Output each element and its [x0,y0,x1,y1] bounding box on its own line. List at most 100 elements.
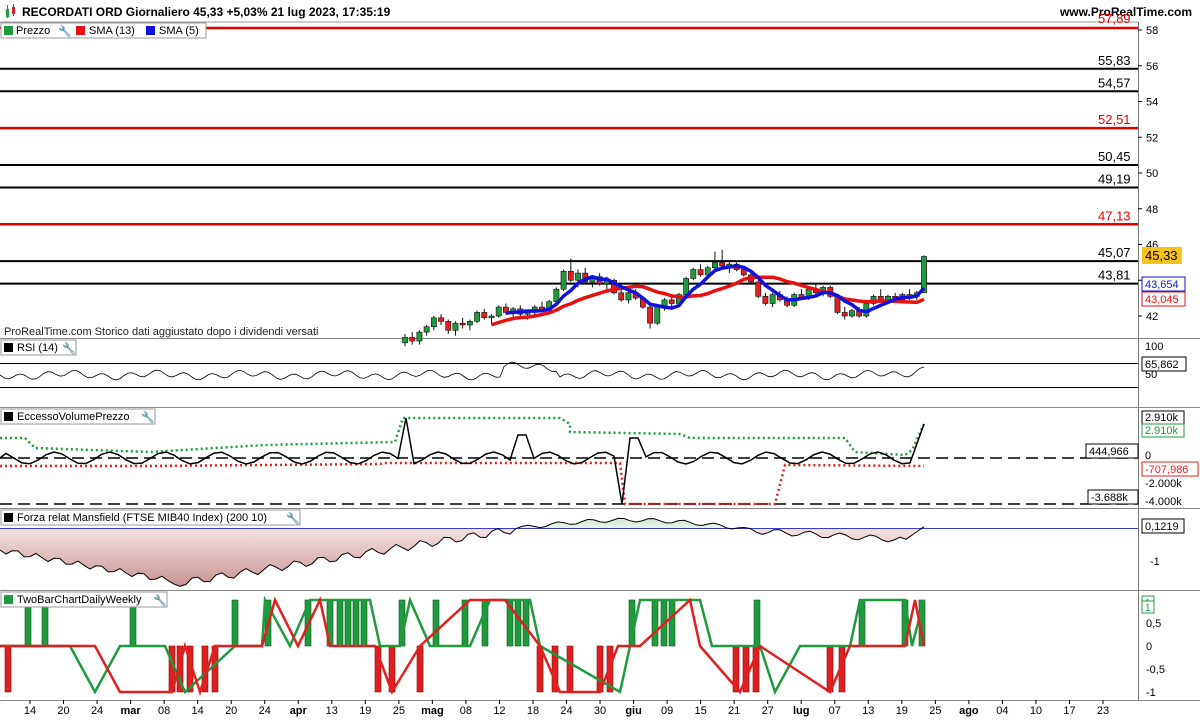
twobar-value-2: 1 [1145,603,1151,614]
twobar-red-bar [4,645,12,693]
price-legend[interactable]: Prezzo 🔧 SMA (13) SMA (5) [0,22,207,39]
rsi-value: 65,862 [1145,359,1179,371]
volume-excess-line [0,417,925,505]
volume-legend-icon [4,412,13,421]
x-tick-label: 10 [1030,705,1042,717]
wrench-icon[interactable]: 🔧 [62,341,76,355]
x-axis: 14 20 24 mar 08 14 20 24 apr 13 19 25 mag 08 12 18 24 30 g… [24,700,1109,717]
candle-down [567,271,574,281]
x-tick-label: 15 [695,705,707,717]
volume-label: EccessoVolumePrezzo [17,411,130,423]
x-tick-label: 17 [1063,705,1075,717]
wrench-icon[interactable]: 🔧 [286,511,300,525]
level-label: 49,19 [1098,171,1131,186]
x-tick-label: 07 [829,705,841,717]
wrench-icon[interactable]: 🔧 [58,24,72,38]
x-tick-label: 20 [225,705,237,717]
candle-down [755,281,762,297]
candle-up [423,326,430,333]
wrench-icon[interactable]: 🔧 [141,410,155,424]
y-tick-label: 54 [1146,97,1158,109]
y-tick-label: 58 [1146,25,1158,37]
volume-ref-upper: 444,966 [1089,446,1129,458]
x-tick-label: 24 [259,705,271,717]
x-tick-label: 13 [326,705,338,717]
mansfield-value: 0,1219 [1145,521,1179,533]
twobar-green-bar [231,599,239,647]
twobar-red-bar [416,645,424,693]
twobar-green-bar [336,599,344,647]
chart-window: RECORDATI ORD Giornaliero 45,33 +5,03% 2… [0,0,1200,720]
x-tick-label: 09 [661,705,673,717]
x-tick-label: 14 [24,705,36,717]
rsi-legend-icon [4,343,13,352]
prezzo-legend-icon [4,26,13,35]
volume-tick-4000: -4.000k [1145,496,1182,508]
candle-up [560,271,567,290]
volume-excess-panel: EccessoVolumePrezzo 🔧 2.910k 2.910k 444,… [0,408,1199,508]
candle-up [430,317,437,328]
candle-up [654,306,661,324]
x-tick-label: 23 [1097,705,1109,717]
x-tick-label: 04 [996,705,1008,717]
twobar-green-bar [753,599,761,647]
panel-frames [0,21,1200,701]
sma5-tag-value: 43,654 [1145,279,1179,291]
candle-up [769,294,776,304]
candle-up [683,278,690,295]
x-tick-label: 14 [192,705,204,717]
x-tick-label: 24 [91,705,103,717]
level-label: 55,83 [1098,53,1131,68]
x-tick-label: giu [625,705,642,717]
price-tag-value: 45,33 [1145,248,1178,263]
candle-up [474,312,480,322]
sma13-tag-value: 43,045 [1145,294,1179,306]
x-tick-label: 27 [762,705,774,717]
x-tick-label: 08 [460,705,472,717]
x-tick-label: lug [793,705,810,717]
legend-sma13: SMA (13) [89,25,135,37]
volume-value-1: 2.910k [1145,412,1179,424]
x-tick-label: ago [959,705,979,717]
x-tick-label: 08 [158,705,170,717]
volume-value-lower: -707,986 [1145,464,1188,476]
mansfield-panel: Forza relat Mansfield (FTSE MIB40 Index)… [0,509,1185,587]
rsi-line [0,361,925,381]
twobar-green-bar [432,599,440,647]
wrench-icon[interactable]: 🔧 [153,593,167,607]
rsi-tick-100: 100 [1145,341,1163,353]
twobar-tick-m1: -1 [1146,687,1156,699]
x-tick-label: 18 [527,705,539,717]
level-label: 43,81 [1098,268,1131,283]
candle-down [445,321,452,331]
volume-ref-lower: -3.688k [1091,492,1128,504]
x-tick-label: 19 [896,705,908,717]
y-tick-label: 56 [1146,61,1158,73]
x-tick-label: 30 [594,705,606,717]
x-tick-label: mar [121,705,142,717]
twobar-tick-05: 0,5 [1146,618,1161,630]
y-tick-label: 42 [1146,311,1158,323]
candle-down [719,262,726,267]
twobar-tick-m05: -0,5 [1146,664,1165,676]
volume-tick-2000: -2.000k [1145,478,1182,490]
twobar-label: TwoBarChartDailyWeekly [17,594,142,606]
chart-canvas: 57,89 55,83 54,57 52,51 50,45 49,19 47,13 45,0… [0,11,1200,717]
x-tick-label: 12 [493,705,505,717]
candle-down [668,299,675,304]
twobar-red-bar [566,645,574,693]
candle-up [575,272,581,281]
twobar-green-bar [344,599,352,647]
candle-down [459,322,466,326]
legend-prezzo: Prezzo [16,25,50,37]
rsi-label: RSI (14) [17,342,58,354]
x-tick-label: 25 [929,705,941,717]
legend-sma5: SMA (5) [159,25,199,37]
x-tick-label: 19 [359,705,371,717]
mansfield-legend-icon [4,513,13,522]
candle-up [452,322,459,331]
x-tick-label: 13 [862,705,874,717]
volume-tick-0: 0 [1145,450,1151,462]
candle-down [481,312,488,319]
mansfield-area [0,528,924,587]
